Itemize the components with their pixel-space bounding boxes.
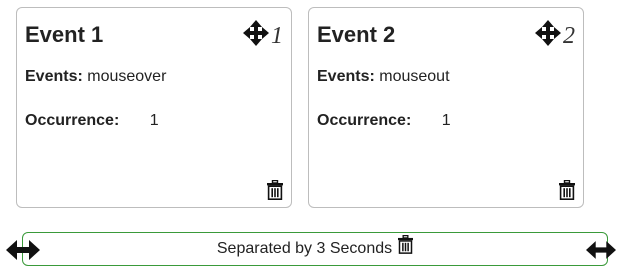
trash-icon[interactable]	[267, 180, 283, 200]
trash-icon[interactable]	[559, 180, 575, 200]
event-card-1: Event 1 1 Events: mouseover Occurrence: …	[16, 7, 292, 208]
move-arrows-icon[interactable]	[534, 19, 562, 47]
occurrence-row: Occurrence: 1	[317, 112, 451, 130]
separator-text: Separated by 3 Seconds	[216, 240, 393, 257]
horizontal-resize-arrow-icon[interactable]	[6, 237, 40, 263]
event-number: 1	[271, 23, 283, 49]
move-arrows-icon[interactable]	[242, 19, 270, 47]
events-label: Events:	[317, 68, 375, 85]
delete-separator-button[interactable]	[398, 234, 414, 259]
resize-handle-left[interactable]	[6, 237, 40, 263]
occurrence-label: Occurrence:	[317, 112, 412, 129]
separator-content: Separated by 3 Seconds	[23, 233, 607, 265]
move-handle[interactable]: 1	[242, 18, 283, 48]
delete-event-button[interactable]	[267, 180, 283, 200]
event-title: Event 1	[25, 22, 104, 47]
trash-icon[interactable]	[398, 234, 414, 258]
event-card-2: Event 2 2 Events: mouseout Occurrence: 1	[308, 7, 584, 208]
events-row: Events: mouseover	[25, 68, 166, 86]
events-label: Events:	[25, 68, 83, 85]
horizontal-resize-arrow-icon[interactable]	[586, 237, 616, 263]
event-number: 2	[563, 23, 575, 49]
move-handle[interactable]: 2	[534, 18, 575, 48]
occurrence-label: Occurrence:	[25, 112, 120, 129]
event-title: Event 2	[317, 22, 396, 47]
delete-event-button[interactable]	[559, 180, 575, 200]
events-row: Events: mouseout	[317, 68, 450, 86]
occurrence-value: 1	[441, 112, 451, 129]
separator-bar[interactable]: Separated by 3 Seconds	[22, 232, 608, 266]
occurrence-row: Occurrence: 1	[25, 112, 159, 130]
events-value: mouseover	[87, 68, 167, 85]
resize-handle-right[interactable]	[586, 237, 616, 263]
events-value: mouseout	[379, 68, 450, 85]
occurrence-value: 1	[149, 112, 159, 129]
